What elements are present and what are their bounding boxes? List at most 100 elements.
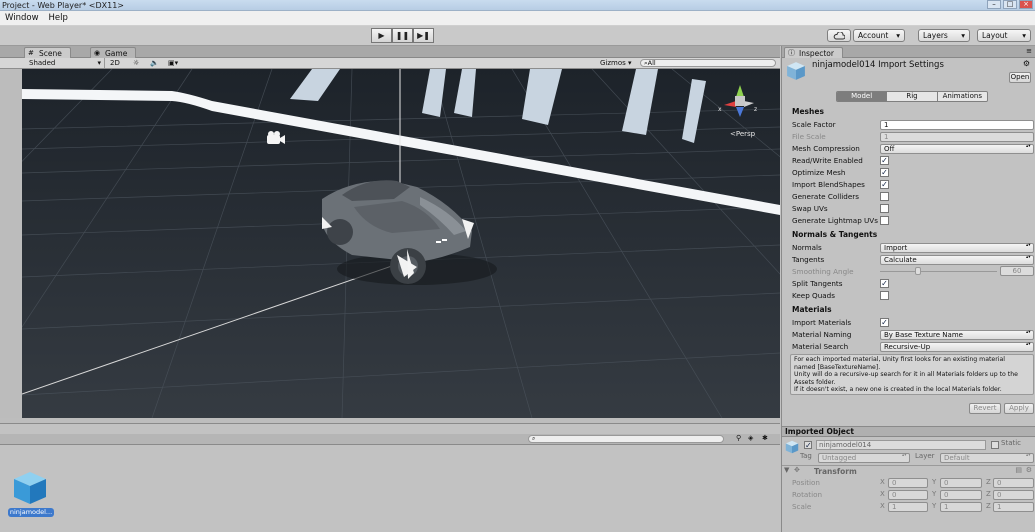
settings-gear-icon[interactable]: ⚙ (1026, 466, 1032, 474)
object-name-field: ninjamodel014 (816, 440, 986, 450)
help-book-icon[interactable]: ▤ (1015, 466, 1022, 474)
game-controller-icon: ◉ (94, 49, 101, 57)
smoothing-angle-field: 60 (1000, 266, 1034, 276)
material-search-dropdown[interactable]: Recursive-Up (880, 342, 1034, 352)
window-title: Project - Web Player* <DX11> (2, 1, 124, 10)
persp-text: Persp (735, 130, 756, 138)
import-materials-checkbox[interactable]: ✓ (880, 318, 889, 327)
meshes-header: Meshes (792, 107, 824, 116)
scale-factor-label: Scale Factor (792, 120, 836, 129)
materials-header: Materials (792, 305, 832, 314)
static-checkbox (991, 441, 999, 449)
account-label: Account (858, 31, 889, 40)
static-label: Static (1001, 439, 1022, 447)
rotation-z-field: 0 (993, 490, 1034, 500)
tab-game-label: Game (105, 49, 128, 58)
gizmos-label: Gizmos (600, 59, 626, 67)
layer-label: Layer (915, 452, 935, 460)
menu-bar: Window Help (0, 11, 1035, 26)
svg-text:x: x (718, 106, 722, 113)
audio-icon[interactable]: 🔈 (150, 58, 159, 68)
inspector-title: ninjamodel014 Import Settings (812, 60, 944, 70)
menu-item-window[interactable]: Window (0, 13, 44, 23)
import-blendshapes-checkbox[interactable]: ✓ (880, 180, 889, 189)
maximize-icon[interactable]: □ (1003, 0, 1017, 9)
toggle-2d-button[interactable]: 2D (110, 58, 120, 68)
menu-item-help[interactable]: Help (44, 13, 73, 23)
cloud-button[interactable] (827, 29, 851, 42)
pause-icon: ❚❚ (395, 31, 410, 40)
apply-button[interactable]: Apply (1004, 403, 1034, 414)
step-button[interactable]: ▶❚ (413, 28, 434, 43)
scale-label: Scale (792, 502, 812, 511)
project-search-input[interactable]: ⌕ (528, 435, 724, 443)
window-title-bar: Project - Web Player* <DX11> – □ × (0, 0, 1035, 11)
swap-uvs-checkbox[interactable] (880, 204, 889, 213)
pause-button[interactable]: ❚❚ (392, 28, 413, 43)
split-tangents-checkbox[interactable]: ✓ (880, 279, 889, 288)
help-line: named [BaseTextureName]. (794, 363, 881, 371)
filter-label-icon[interactable]: ◈ (748, 434, 753, 442)
scale-y-label: Y (932, 502, 937, 510)
optimize-mesh-checkbox[interactable]: ✓ (880, 168, 889, 177)
material-naming-dropdown[interactable]: By Base Texture Name (880, 330, 1034, 340)
settings-gear-icon[interactable]: ⚙ (1023, 59, 1030, 68)
play-button[interactable]: ▶ (371, 28, 392, 43)
subtab-model[interactable]: Model (837, 92, 887, 101)
rotation-z-label: Z (986, 490, 991, 498)
layers-label: Layers (923, 31, 948, 40)
scene-viewport[interactable]: x z <Persp (22, 69, 780, 418)
normals-dropdown[interactable]: Import (880, 243, 1034, 253)
keep-quads-checkbox[interactable] (880, 291, 889, 300)
generate-lightmap-checkbox[interactable] (880, 216, 889, 225)
file-scale-field: 1 (880, 132, 1034, 142)
subtab-animations[interactable]: Animations (936, 92, 987, 101)
scene-left-gutter (0, 69, 22, 418)
scale-factor-field[interactable]: 1 (880, 120, 1034, 130)
effects-image-icon[interactable]: ▣▾ (168, 58, 178, 68)
scene-render: x z (22, 69, 780, 418)
generate-lightmap-label: Generate Lightmap UVs (792, 216, 878, 225)
svg-text:z: z (754, 106, 757, 113)
smoothing-angle-label: Smoothing Angle (792, 267, 854, 276)
layout-dropdown[interactable]: Layout ▾ (977, 29, 1031, 42)
asset-label: ninjamodel... (8, 508, 54, 517)
sun-lighting-icon[interactable]: ☼ (133, 58, 139, 68)
gizmos-dropdown[interactable]: Gizmos ▾ (600, 58, 634, 68)
imported-object-bar: Imported Object (782, 426, 1035, 437)
layout-label: Layout (982, 31, 1008, 40)
scene-search-input[interactable]: ⌕All (640, 59, 776, 67)
help-line: For each imported material, Unity first … (794, 356, 1006, 363)
open-button[interactable]: Open (1009, 72, 1031, 83)
transform-expand-icon[interactable]: ▼ (784, 466, 789, 474)
position-x-label: X (880, 478, 885, 486)
revert-button[interactable]: Revert (969, 403, 1001, 414)
favorite-star-icon[interactable]: ✱ (762, 434, 768, 442)
generate-colliders-label: Generate Colliders (792, 192, 859, 201)
chevron-down-icon: ▾ (896, 31, 900, 40)
tangents-dropdown[interactable]: Calculate (880, 255, 1034, 265)
account-dropdown[interactable]: Account ▾ (853, 29, 905, 42)
close-icon[interactable]: × (1019, 0, 1033, 9)
generate-colliders-checkbox[interactable] (880, 192, 889, 201)
tab-inspector[interactable]: ⓘ Inspector (784, 47, 843, 58)
search-prefix: All (647, 59, 656, 67)
chevron-down-icon: ▾ (625, 59, 632, 67)
subtab-rig[interactable]: Rig (886, 92, 937, 101)
mesh-compression-dropdown[interactable]: Off (880, 144, 1034, 154)
material-naming-label: Material Naming (792, 330, 852, 339)
tab-game[interactable]: ◉ Game (90, 47, 137, 58)
tab-scene[interactable]: # Scene (24, 47, 71, 58)
shading-mode-dropdown[interactable]: Shaded ▾ (27, 58, 105, 68)
normals-label: Normals (792, 243, 822, 252)
layers-dropdown[interactable]: Layers ▾ (918, 29, 970, 42)
panel-menu-icon[interactable]: ≡ (1026, 47, 1032, 55)
asset-item[interactable]: ninjamodel... (8, 470, 54, 520)
persp-label[interactable]: <Persp (730, 130, 755, 138)
filter-type-icon[interactable]: ⚲ (736, 434, 741, 442)
rotation-x-label: X (880, 490, 885, 498)
read-write-checkbox[interactable]: ✓ (880, 156, 889, 165)
rotation-y-label: Y (932, 490, 937, 498)
minimize-icon[interactable]: – (987, 0, 1001, 9)
tab-scene-label: Scene (39, 49, 62, 58)
